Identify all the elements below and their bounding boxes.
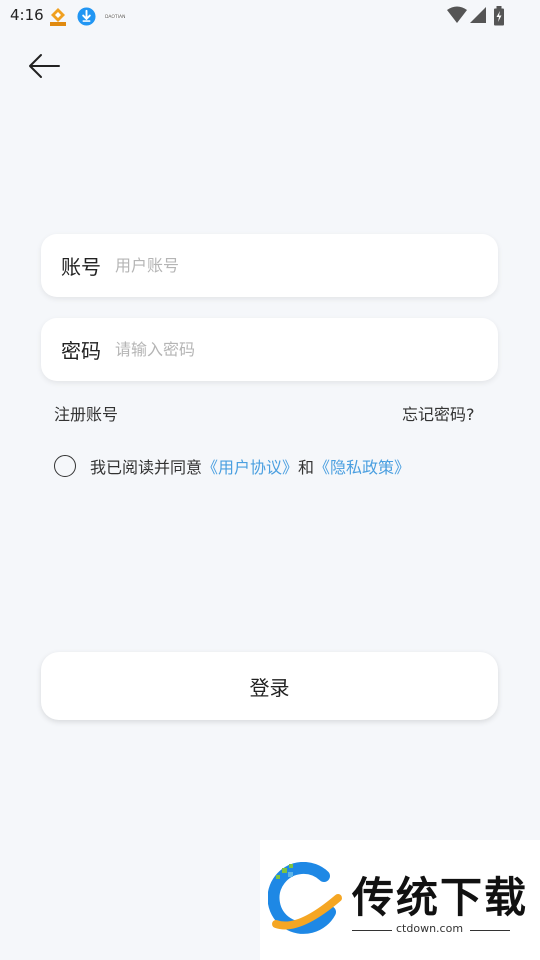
app-badge-icon: [48, 7, 66, 26]
agreement-conjunction: 和: [298, 458, 315, 477]
account-field-card[interactable]: 账号: [41, 234, 498, 297]
privacy-policy-link[interactable]: 《隐私政策》: [314, 454, 410, 478]
watermark-divider-left: [352, 930, 392, 931]
watermark-divider-right: [470, 930, 510, 931]
back-button[interactable]: [22, 48, 66, 88]
arrow-left-icon: [27, 53, 61, 83]
agreement-radio[interactable]: [54, 455, 76, 477]
user-agreement-link[interactable]: 《用户协议》: [202, 454, 298, 478]
password-field-card[interactable]: 密码: [41, 318, 498, 381]
wifi-icon: [447, 6, 467, 28]
battery-icon: [493, 6, 505, 30]
password-input[interactable]: [113, 328, 477, 371]
account-label: 账号: [61, 255, 101, 279]
register-link[interactable]: 注册账号: [54, 401, 118, 425]
watermark: 传统下载 ctdown.com: [260, 840, 540, 960]
agreement-row: 我已阅读并同意 《用户协议》 和 《隐私政策》: [54, 452, 410, 480]
small-app-icon: DAOTIAN: [105, 7, 125, 25]
password-label: 密码: [61, 339, 101, 363]
watermark-title: 传统下载: [352, 873, 529, 922]
login-button[interactable]: 登录: [41, 652, 498, 720]
signal-icon: [469, 6, 487, 28]
forgot-password-link[interactable]: 忘记密码?: [402, 401, 475, 425]
watermark-logo-icon: [267, 861, 344, 942]
account-input[interactable]: [113, 244, 477, 287]
svg-text:DAOTIAN: DAOTIAN: [105, 14, 125, 20]
download-icon: [77, 7, 96, 26]
status-bar: 4:16 DAOTIAN: [0, 0, 540, 32]
watermark-url: ctdown.com: [396, 922, 464, 935]
agreement-prefix: 我已阅读并同意: [90, 458, 203, 477]
status-time: 4:16: [10, 6, 44, 24]
